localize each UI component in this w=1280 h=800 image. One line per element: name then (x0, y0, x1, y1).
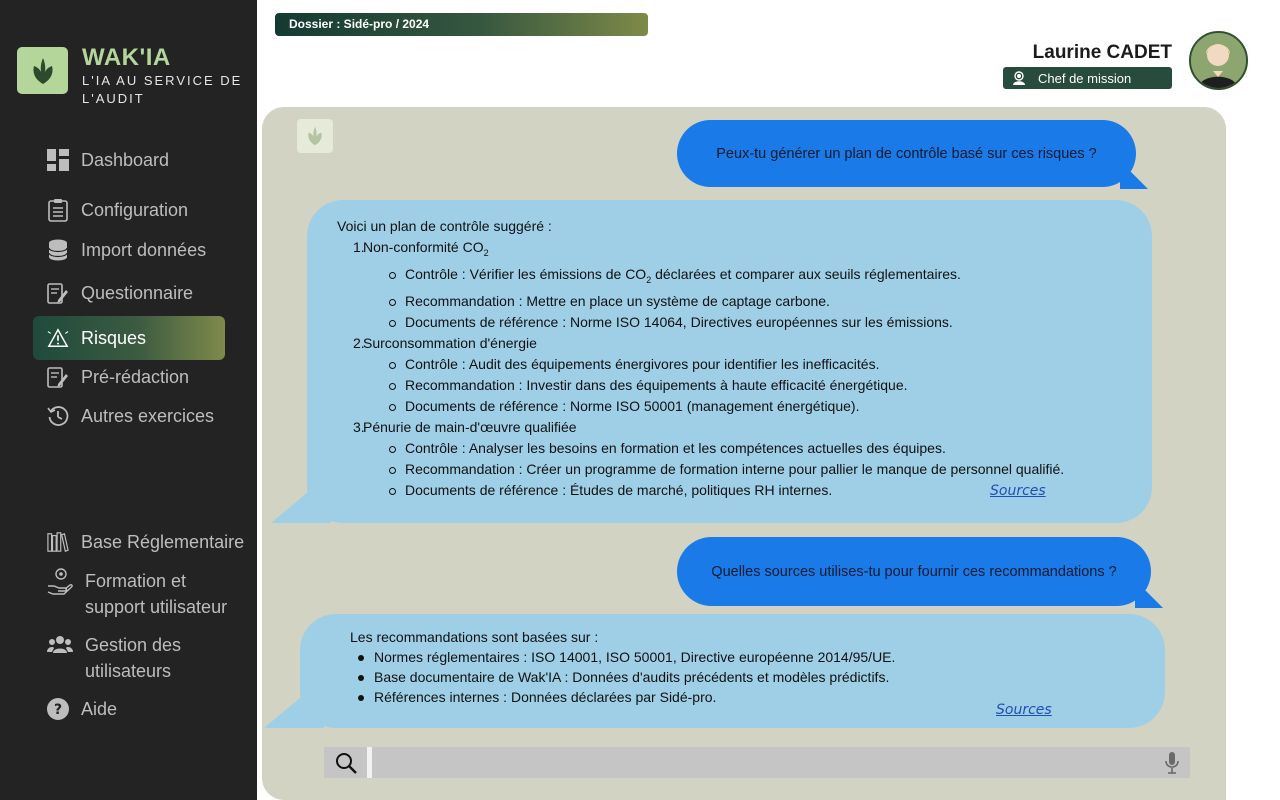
nav-questionnaire[interactable]: Questionnaire (33, 273, 248, 313)
sidebar: WAK'IA L'IA AU SERVICE DE L'AUDIT Dashbo… (0, 0, 257, 800)
leaf-icon (32, 57, 53, 84)
nav-formation-line1: Formation et (85, 571, 187, 591)
user-message-1-text: Peux-tu générer un plan de contrôle basé… (716, 145, 1097, 162)
list-item: Normes réglementaires : ISO 14001, ISO 5… (358, 647, 1165, 667)
nav-import-label: Import données (81, 239, 207, 260)
list-item: Documents de référence : Norme ISO 50001… (389, 396, 1152, 417)
list-item: Recommandation : Créer un programme de f… (389, 459, 1152, 480)
nav-risques-label: Risques (81, 327, 147, 348)
nav-import[interactable]: Import données (33, 230, 248, 270)
clipboard-icon (47, 199, 69, 222)
brand-name: WAK'IA (82, 44, 171, 71)
user-message-2: Quelles sources utilises-tu pour fournir… (677, 537, 1163, 608)
brand-logo[interactable] (17, 47, 68, 94)
nav-formation[interactable]: Formation et support utilisateur (33, 568, 263, 620)
edit-document-icon (47, 282, 69, 304)
nav-configuration-label: Configuration (81, 199, 189, 220)
nav-aide-label: Aide (81, 698, 118, 719)
brand-tagline: L'IA AU SERVICE DE L'AUDIT (82, 73, 243, 106)
section-title-text: Non-conformité CO (363, 239, 484, 255)
microphone-icon[interactable] (1164, 752, 1180, 774)
plan-section-items: Contrôle : Audit des équipements énergiv… (389, 354, 1152, 417)
nav-gestion-line2: utilisateurs (85, 661, 172, 681)
chat-input[interactable] (372, 747, 1162, 778)
section-number: 3. (353, 418, 365, 435)
nav-formation-line2: support utilisateur (85, 597, 228, 617)
assistant-message-1: Voici un plan de contrôle suggéré : 1.No… (271, 200, 1152, 523)
library-icon (47, 531, 69, 553)
help-icon: ? (47, 698, 69, 720)
section-number: 2. (353, 334, 365, 351)
list-item-text: Contrôle : Vérifier les émissions de CO (405, 265, 647, 282)
nav-dashboard-label: Dashboard (81, 149, 170, 170)
nav-autres-exercices[interactable]: Autres exercices (33, 396, 248, 436)
list-item: Documents de référence : Norme ISO 14064… (389, 312, 1152, 333)
list-item: Base documentaire de Wak'IA : Données d'… (358, 667, 1165, 687)
user-message-1: Peux-tu générer un plan de contrôle basé… (677, 120, 1148, 189)
dossier-badge: Dossier : Sidé-pro / 2024 (275, 13, 648, 36)
assistant-message-2-list: Normes réglementaires : ISO 14001, ISO 5… (358, 647, 1165, 707)
plan-section-title: 3.Pénurie de main-d'œuvre qualifiée (353, 417, 1152, 438)
edit-document-icon (47, 366, 69, 388)
section-title-text: Pénurie de main-d'œuvre qualifiée (363, 418, 577, 435)
nav-gestion-label: Gestion des utilisateurs (85, 632, 181, 684)
nav-gestion-utilisateurs[interactable]: Gestion des utilisateurs (33, 632, 263, 684)
leaf-icon (308, 126, 322, 146)
list-item: Contrôle : Analyser les besoins en forma… (389, 438, 1152, 459)
nav-formation-label: Formation et support utilisateur (85, 568, 227, 620)
history-icon (47, 405, 69, 427)
user-avatar[interactable] (1189, 31, 1248, 90)
section-number: 1. (353, 239, 365, 255)
nav-dashboard[interactable]: Dashboard (33, 140, 248, 180)
assistant-logo (297, 119, 333, 153)
users-icon (47, 634, 73, 656)
plan-section-title: 1.Non-conformité CO2 (353, 237, 1152, 264)
list-item: Contrôle : Audit des équipements énergiv… (389, 354, 1152, 375)
support-hand-icon (47, 568, 73, 595)
section-title-text: Surconsommation d'énergie (363, 334, 537, 351)
plan-section-items: Contrôle : Vérifier les émissions de CO2… (389, 264, 1152, 333)
search-icon[interactable] (324, 747, 367, 778)
list-item: Recommandation : Mettre en place un syst… (389, 291, 1152, 312)
nav-preredaction[interactable]: Pré-rédaction (33, 357, 248, 397)
plan-section-2: 2.Surconsommation d'énergie Contrôle : A… (353, 333, 1152, 417)
chat-input-bar (324, 747, 1190, 778)
nav-risques[interactable]: Risques (33, 316, 225, 360)
user-message-2-text: Quelles sources utilises-tu pour fournir… (711, 563, 1117, 580)
nav-configuration[interactable]: Configuration (33, 190, 248, 230)
nav-base-reglementaire[interactable]: Base Réglementaire (33, 522, 248, 562)
nav-gestion-line1: Gestion des (85, 635, 182, 655)
nav-questionnaire-label: Questionnaire (81, 282, 194, 303)
section-title-subscript: 2 (483, 247, 489, 258)
assistant-message-2-intro: Les recommandations sont basées sur : (350, 629, 599, 645)
plan-section-title: 2.Surconsommation d'énergie (353, 333, 1152, 354)
plan-section-1: 1.Non-conformité CO2 Contrôle : Vérifier… (353, 237, 1152, 333)
nav-base-label: Base Réglementaire (81, 531, 245, 552)
warning-icon (47, 327, 69, 349)
user-role-badge: Chef de mission (1003, 67, 1172, 89)
list-item: Recommandation : Investir dans des équip… (389, 375, 1152, 396)
database-icon (47, 239, 69, 261)
svg-text:?: ? (54, 702, 62, 718)
sources-link-1[interactable]: Sources (990, 483, 1046, 499)
list-item-text-after: déclarées et comparer aux seuils régleme… (651, 265, 961, 282)
nav-aide[interactable]: ? Aide (33, 689, 248, 729)
user-name: Laurine CADET (1032, 42, 1172, 63)
nav-autres-label: Autres exercices (81, 405, 215, 426)
nav-preredaction-label: Pré-rédaction (81, 366, 190, 387)
chat-panel-tail (276, 780, 298, 800)
assistant-message-1-intro: Voici un plan de contrôle suggéré : (337, 218, 552, 234)
list-item: Contrôle : Vérifier les émissions de CO2… (389, 264, 1152, 291)
user-headset-icon (1012, 71, 1026, 85)
user-role-label: Chef de mission (1038, 70, 1132, 86)
sources-link-2[interactable]: Sources (996, 702, 1052, 718)
dashboard-icon (47, 149, 69, 171)
